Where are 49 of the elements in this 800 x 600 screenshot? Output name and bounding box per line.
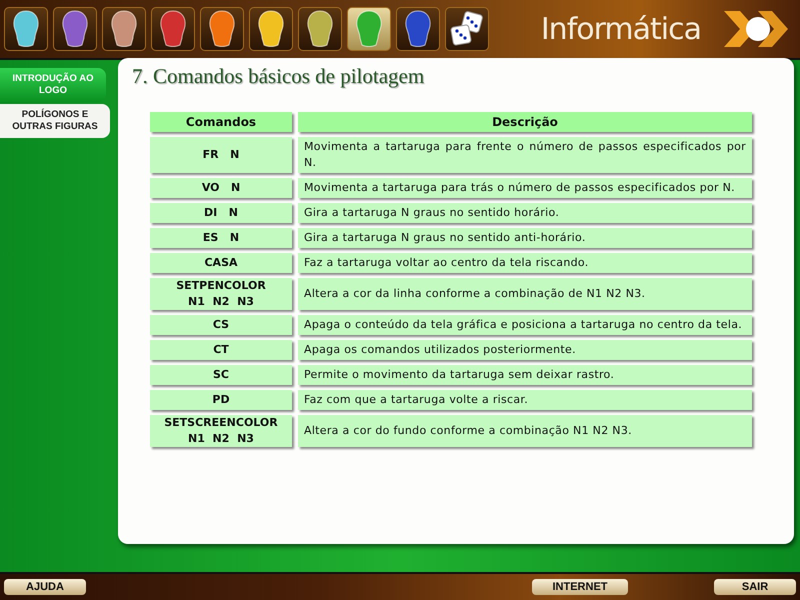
command-cell: CT [150, 340, 292, 360]
command-cell: CASA [150, 253, 292, 273]
head-button[interactable] [200, 7, 244, 51]
description-cell: Movimenta a tartaruga para trás o número de passos especificados por N. [298, 178, 752, 198]
description-cell: Faz com que a tartaruga volte a riscar. [298, 390, 752, 410]
description-cell: Gira a tartaruga N graus no sentido anti-horário. [298, 228, 752, 248]
head-icon [11, 10, 41, 48]
description-cell: Gira a tartaruga N graus no sentido horário. [298, 203, 752, 223]
head-button[interactable] [4, 7, 48, 51]
head-icon [256, 10, 286, 48]
footer-button[interactable]: SAIR [714, 579, 796, 595]
command-cell: SETPENCOLOR N1 N2 N3 [150, 278, 292, 310]
description-cell: Altera a cor da linha conforme a combinação de N1 N2 N3. [298, 278, 752, 310]
brand-title: Informática [540, 12, 701, 46]
head-button[interactable] [102, 7, 146, 51]
head-button[interactable] [396, 7, 440, 51]
description-cell: Permite o movimento da tartaruga sem deixar rastro. [298, 365, 752, 385]
column-header: Descrição [298, 112, 752, 132]
command-cell: VO N [150, 178, 292, 198]
head-button[interactable] [249, 7, 293, 51]
head-icon [158, 10, 188, 48]
head-icon [109, 10, 139, 48]
head-button[interactable] [151, 7, 195, 51]
description-cell: Apaga os comandos utilizados posteriormente. [298, 340, 752, 360]
command-cell: PD [150, 390, 292, 410]
head-icon [305, 10, 335, 48]
description-cell: Movimenta a tartaruga para frente o número de passos especificados por N. [298, 137, 752, 173]
head-icon [60, 10, 90, 48]
footer-button[interactable]: AJUDA [4, 579, 86, 595]
head-button[interactable] [53, 7, 97, 51]
head-button[interactable] [298, 7, 342, 51]
command-cell: SETSCREENCOLOR N1 N2 N3 [150, 415, 292, 447]
head-icon [207, 10, 237, 48]
dice-icon [449, 11, 485, 47]
dice-button[interactable] [445, 7, 489, 51]
description-cell: Apaga o conteúdo da tela gráfica e posiciona a tartaruga no centro da tela. [298, 315, 752, 335]
head-icon [354, 10, 384, 48]
description-cell: Altera a cor do fundo conforme a combinação N1 N2 N3. [298, 415, 752, 447]
column-header: Comandos [150, 112, 292, 132]
footer-button[interactable]: INTERNET [532, 579, 628, 595]
command-cell: FR N [150, 137, 292, 173]
page-title: 7. Comandos básicos de pilotagem [132, 64, 426, 89]
command-cell: ES N [150, 228, 292, 248]
command-cell: DI N [150, 203, 292, 223]
command-cell: SC [150, 365, 292, 385]
sidebar-tab[interactable]: POLÍGONOS E OUTRAS FIGURAS [0, 104, 110, 138]
command-cell: CS [150, 315, 292, 335]
head-icon [403, 10, 433, 48]
description-cell: Faz a tartaruga voltar ao centro da tela riscando. [298, 253, 752, 273]
